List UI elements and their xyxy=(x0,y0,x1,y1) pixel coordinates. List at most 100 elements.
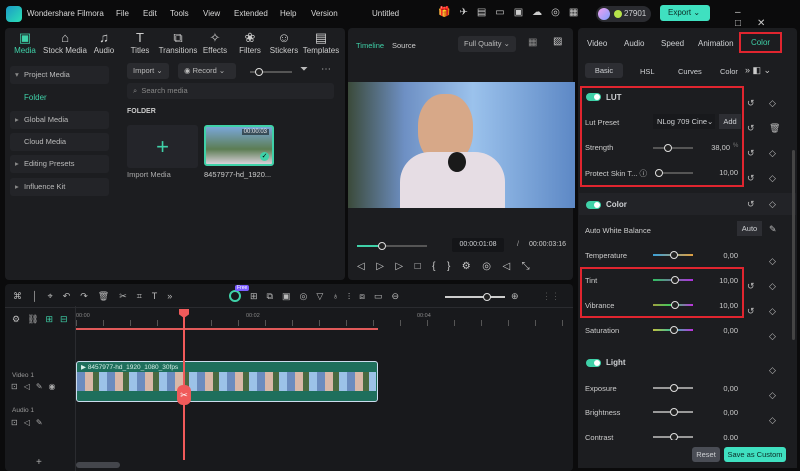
video-track-controls[interactable]: ⊡◁✎◉ xyxy=(11,382,62,391)
add-track-icon[interactable]: + xyxy=(36,457,42,468)
snapshot-icon[interactable]: ▨ xyxy=(553,36,562,47)
saturation-slider[interactable] xyxy=(653,326,693,334)
menu-tools[interactable]: Tools xyxy=(170,9,189,18)
tool-stock-media[interactable]: ⌂ Stock Media xyxy=(42,30,88,55)
tool-titles[interactable]: T Titles xyxy=(120,30,160,55)
media-clip-thumbnail[interactable]: 00:00:03 ✓ xyxy=(204,125,274,166)
tint-vibrance-reset-icons[interactable]: ↺ ↺ xyxy=(747,274,755,324)
sidebar-cloud-media[interactable]: Cloud Media xyxy=(10,133,109,151)
compare-icons[interactable]: » ◧ ⌄ xyxy=(745,65,771,76)
saturation-value[interactable]: 0,00 xyxy=(688,326,738,335)
slider-knob[interactable] xyxy=(670,384,678,392)
color-keyframe-icon[interactable]: ◇ xyxy=(769,199,776,210)
contrast-slider[interactable] xyxy=(653,433,693,441)
import-dropdown[interactable]: Import ⌄ xyxy=(127,63,169,79)
record-dropdown[interactable]: ◉ Record ⌄ xyxy=(178,63,236,79)
title-icons[interactable]: 🎁✈▤▭▣☁◎▦ xyxy=(438,7,587,18)
tool-effects[interactable]: ✧ Effects xyxy=(195,30,235,55)
tab-audio[interactable]: Audio xyxy=(624,39,644,48)
tool-transitions[interactable]: ⧉ Transitions xyxy=(156,30,200,55)
menu-file[interactable]: File xyxy=(116,9,129,18)
timeline-scrollbar[interactable] xyxy=(76,462,120,468)
color-reset-icon[interactable]: ↺ xyxy=(747,199,755,210)
panel-grip-icon[interactable]: ⋮⋮ xyxy=(542,291,560,302)
playback-progress[interactable] xyxy=(357,242,427,250)
save-as-custom-button[interactable]: Save as Custom xyxy=(724,447,786,462)
tab-color[interactable]: Color xyxy=(739,32,782,53)
tool-audio[interactable]: ♫ Audio xyxy=(86,30,122,55)
eyedropper-icon[interactable]: ✎ xyxy=(769,224,777,235)
playback-controls[interactable]: ◁▷▷□{}⚙◎◁⤡ xyxy=(357,261,541,272)
subtab-curves[interactable]: Curves xyxy=(678,67,702,76)
vibrance-value[interactable]: 10,00 xyxy=(688,301,738,310)
tint-slider[interactable] xyxy=(653,276,693,284)
tab-timeline[interactable]: Timeline xyxy=(356,41,384,50)
light-toggle[interactable] xyxy=(586,359,601,367)
keyframe-icons[interactable]: ◇ 🗑 ◇ ◇ xyxy=(769,91,780,191)
more-icon[interactable]: ⋯ xyxy=(321,64,331,75)
exposure-slider[interactable] xyxy=(653,384,693,392)
properties-scrollbar[interactable] xyxy=(792,150,795,340)
color-keyframe-icons[interactable]: ◇ ◇ ◇ ◇ xyxy=(769,249,776,349)
window-controls[interactable]: –□✕ xyxy=(735,7,800,29)
sidebar-folder[interactable]: Folder xyxy=(10,89,109,107)
video-clip[interactable]: ▶ 8457977-hd_1920_1080_30fps xyxy=(76,361,378,402)
video-preview[interactable] xyxy=(348,82,575,208)
reset-icons[interactable]: ↺ ↺ ↺ ↺ xyxy=(747,91,755,191)
split-scissors-icon[interactable]: ✂ xyxy=(177,385,191,405)
sidebar-editing-presets[interactable]: ▸ Editing Presets xyxy=(10,155,109,173)
slider-knob[interactable] xyxy=(664,144,672,152)
strength-value[interactable]: 38,00 xyxy=(680,143,730,152)
filter-icon[interactable]: ⏷ xyxy=(300,64,308,75)
thumbnail-size-slider[interactable] xyxy=(250,68,292,76)
sidebar-global-media[interactable]: ▸ Global Media xyxy=(10,111,109,129)
menu-view[interactable]: View xyxy=(203,9,220,18)
subtab-hsl[interactable]: HSL xyxy=(640,67,655,76)
exposure-value[interactable]: 0,00 xyxy=(688,384,738,393)
vibrance-slider[interactable] xyxy=(653,301,693,309)
timeline-feature-icons[interactable]: ⊞⧉▣◎▽♁⫶⧈▭⊖ xyxy=(250,291,408,302)
tab-source[interactable]: Source xyxy=(392,41,416,50)
lut-toggle[interactable] xyxy=(586,93,601,101)
slider-knob[interactable] xyxy=(671,301,679,309)
color-toggle[interactable] xyxy=(586,201,601,209)
auto-wb-button[interactable]: Auto xyxy=(737,221,762,236)
tab-animation[interactable]: Animation xyxy=(698,39,734,48)
menu-edit[interactable]: Edit xyxy=(143,9,157,18)
lut-add-button[interactable]: Add xyxy=(719,114,741,129)
export-button[interactable]: Export ⌄ xyxy=(660,5,710,21)
ai-tool-icon[interactable] xyxy=(229,290,241,302)
search-media-input[interactable]: ⌕ Search media xyxy=(127,83,334,99)
menu-help[interactable]: Help xyxy=(280,9,296,18)
menu-version[interactable]: Version xyxy=(311,9,338,18)
slider-knob[interactable] xyxy=(670,251,678,259)
grid-icon[interactable]: ▦ xyxy=(528,37,537,48)
subtab-basic[interactable]: Basic xyxy=(585,63,623,78)
work-area-bar[interactable] xyxy=(76,328,378,330)
brightness-value[interactable]: 0,00 xyxy=(688,408,738,417)
slider-knob[interactable] xyxy=(670,408,678,416)
protect-skin-value[interactable]: 10,00 xyxy=(688,168,738,177)
tool-stickers[interactable]: ☺ Stickers xyxy=(264,30,304,55)
slider-knob[interactable] xyxy=(483,293,491,301)
quality-dropdown[interactable]: Full Quality ⌄ xyxy=(458,36,516,52)
slider-knob[interactable] xyxy=(671,276,679,284)
temperature-slider[interactable] xyxy=(653,251,693,259)
menu-extended[interactable]: Extended xyxy=(234,9,268,18)
slider-knob[interactable] xyxy=(670,326,678,334)
playhead-knob[interactable] xyxy=(377,242,386,250)
track-tool-icons[interactable]: ⚙⛓⊞⊟ xyxy=(12,314,75,325)
tab-speed[interactable]: Speed xyxy=(661,39,684,48)
reset-button[interactable]: Reset xyxy=(692,447,720,462)
brightness-slider[interactable] xyxy=(653,408,693,416)
sidebar-influence-kit[interactable]: ▸ Influence Kit xyxy=(10,178,109,196)
timeline-ruler[interactable] xyxy=(76,320,566,326)
lut-preset-dropdown[interactable]: NLog 709 Cine⌄ xyxy=(653,114,715,129)
slider-knob[interactable] xyxy=(655,169,663,177)
tool-templates[interactable]: ▤ Templates xyxy=(301,30,341,55)
import-media-button[interactable]: + xyxy=(127,125,198,168)
tint-value[interactable]: 10,00 xyxy=(688,276,738,285)
tool-media[interactable]: ▣ Media xyxy=(5,30,45,55)
timeline-edit-tools[interactable]: ⌘│⌖↶↷🗑✂⌗T» xyxy=(13,291,182,302)
temperature-value[interactable]: 0,00 xyxy=(688,251,738,260)
